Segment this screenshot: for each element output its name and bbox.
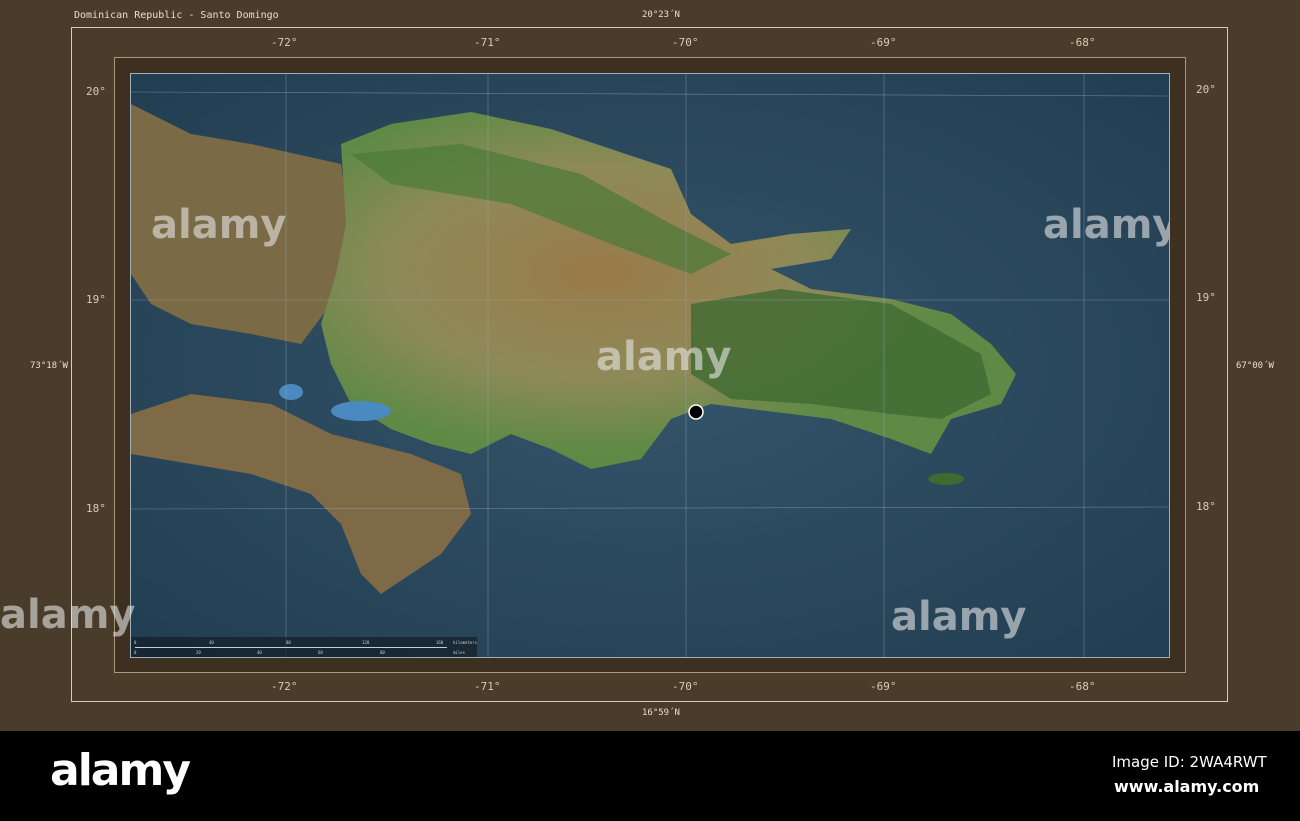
lon-tick-top: -68° [1069,36,1096,49]
scale-km-label: 80 [286,640,291,645]
lat-tick-right: 19° [1196,291,1216,304]
scale-km-label: 120 [362,640,370,645]
watermark: alamy [0,592,136,638]
top-latitude-label: 20°23´N [642,10,680,20]
watermark: alamy [596,334,732,380]
lake-azuei [279,384,303,400]
lon-tick-top: -70° [672,36,699,49]
scale-km-label: 160 [436,640,444,645]
watermark: alamy [151,202,287,248]
scale-mi-label: 40 [257,650,262,655]
footer: alamy Image ID: 2WA4RWT www.alamy.com [0,731,1300,821]
lat-tick-right: 20° [1196,83,1216,96]
west-longitude-label: 73°18´W [30,361,68,371]
map-title: Dominican Republic - Santo Domingo [74,10,279,21]
relief-map[interactable]: 0 40 80 120 160 kilometers 0 20 40 60 80… [130,73,1170,658]
lake-enriquillo [331,401,391,421]
image-id: Image ID: 2WA4RWT [1112,753,1267,771]
lon-tick-bottom: -71° [474,680,501,693]
scale-mi-label: 20 [196,650,201,655]
lat-tick-left: 20° [86,85,106,98]
scale-mi-label: 60 [318,650,323,655]
lat-tick-right: 18° [1196,500,1216,513]
alamy-logo: alamy [50,745,191,796]
lon-tick-bottom: -70° [672,680,699,693]
lon-tick-top: -71° [474,36,501,49]
lat-tick-left: 19° [86,293,106,306]
scale-km-unit: kilometers [453,640,478,645]
lon-tick-top: -72° [271,36,298,49]
lat-tick-left: 18° [86,502,106,515]
scale-km-label: 0 [134,640,137,645]
lon-tick-top: -69° [870,36,897,49]
watermark: alamy [1043,202,1170,248]
scale-mi-label: 0 [134,650,137,655]
scale-mi-label: 80 [380,650,385,655]
site-link[interactable]: www.alamy.com [1114,777,1259,796]
scale-km-label: 40 [209,640,214,645]
lon-tick-bottom: -72° [271,680,298,693]
santo-domingo-marker [688,404,704,420]
lon-tick-bottom: -69° [870,680,897,693]
watermark: alamy [891,594,1027,640]
bottom-latitude-label: 16°59´N [642,708,680,718]
east-longitude-label: 67°00´W [1236,361,1274,371]
scale-bar: 0 40 80 120 160 kilometers 0 20 40 60 80… [131,637,478,657]
saona-island [928,473,964,485]
lon-tick-bottom: -68° [1069,680,1096,693]
map-frame: Dominican Republic - Santo Domingo 20°23… [0,0,1300,731]
scale-mi-unit: miles [453,650,466,655]
